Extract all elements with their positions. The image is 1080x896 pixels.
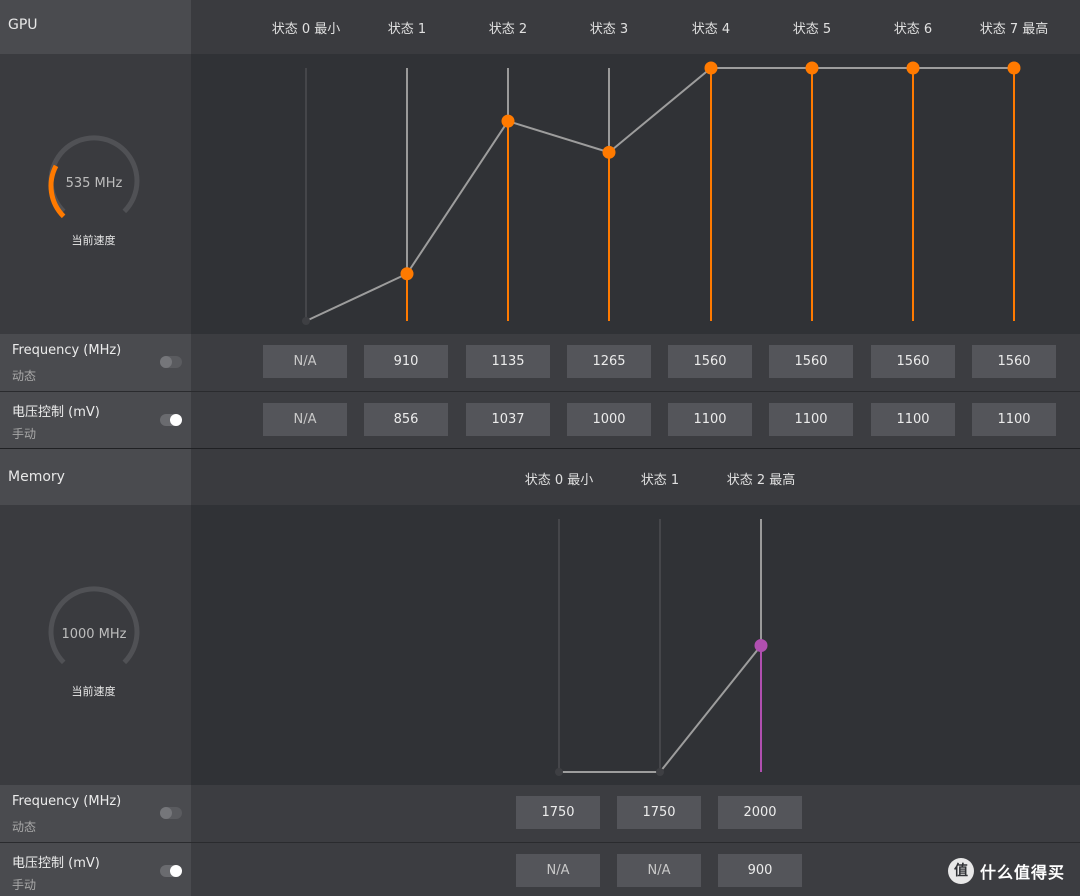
memory-gauge-caption: 当前速度 (71, 685, 116, 698)
memory-curve-point-2 (754, 639, 768, 652)
memory-frequency-values: 1750 1750 2000 (191, 785, 1080, 842)
gpu-voltage-field-4[interactable]: 1100 (668, 403, 752, 436)
memory-section-title: Memory (8, 469, 65, 485)
gpu-state-label-7: 状态 7 最高 (979, 22, 1049, 37)
gpu-frequency-field-2[interactable]: 1135 (466, 345, 550, 378)
memory-speed-gauge: 1000 MHz (47, 586, 141, 684)
memory-curve-graph (191, 505, 1080, 785)
gpu-curve-point-7 (1007, 61, 1021, 75)
memory-frequency-title: Frequency (MHz) (12, 794, 122, 809)
gpu-frequency-field-7[interactable]: 1560 (972, 345, 1056, 378)
gpu-frequency-values: N/A 910 1135 1265 1560 1560 1560 1560 (191, 334, 1080, 391)
gpu-voltage-mode: 手动 (12, 427, 37, 441)
gpu-curve-point-5 (805, 61, 819, 75)
gpu-frequency-field-3[interactable]: 1265 (567, 345, 651, 378)
toggle-knob (160, 807, 172, 819)
memory-gauge-value: 1000 MHz (61, 627, 127, 642)
watermark-text: 什么值得买 (980, 863, 1066, 882)
memory-gauge-panel: 1000 MHz 当前速度 (0, 505, 191, 785)
memory-section: Memory 状态 0 最小 状态 1 状态 2 最高 1000 MHz 当前速… (0, 449, 1080, 896)
gpu-voltage-field-3[interactable]: 1000 (567, 403, 651, 436)
memory-curve-svg (555, 519, 768, 776)
memory-state-label-2: 状态 2 最高 (726, 473, 796, 488)
toggle-knob (170, 865, 182, 877)
gpu-state-label-2: 状态 2 (488, 22, 528, 37)
gpu-frequency-field-0[interactable]: N/A (263, 345, 347, 378)
gpu-voltage-values: N/A 856 1037 1000 1100 1100 1100 1100 (191, 392, 1080, 448)
gpu-state-label-5: 状态 5 (792, 22, 832, 37)
memory-frequency-mode: 动态 (12, 820, 37, 834)
gpu-curve-point-3 (602, 145, 616, 159)
memory-voltage-toggle[interactable] (160, 865, 182, 877)
memory-voltage-values: N/A N/A 900 (191, 843, 1080, 896)
gpu-gauge-panel: 535 MHz 当前速度 (0, 54, 191, 334)
gpu-frequency-field-5[interactable]: 1560 (769, 345, 853, 378)
memory-curve-point-1 (656, 768, 664, 776)
gpu-voltage-field-1[interactable]: 856 (364, 403, 448, 436)
memory-state-label-0: 状态 0 最小 (524, 473, 594, 488)
gpu-curve-svg (302, 61, 1021, 325)
memory-header-left: Memory (0, 449, 191, 505)
memory-frequency-field-0[interactable]: 1750 (516, 796, 600, 829)
gpu-voltage-field-5[interactable]: 1100 (769, 403, 853, 436)
memory-state-label-1: 状态 1 (640, 473, 680, 488)
gpu-state-header: 状态 0 最小 状态 1 状态 2 状态 3 状态 4 状态 5 状态 6 状态… (191, 0, 1080, 54)
memory-state-header: 状态 0 最小 状态 1 状态 2 最高 (191, 449, 1080, 505)
memory-frequency-toggle[interactable] (160, 807, 182, 819)
gpu-voltage-field-7[interactable]: 1100 (972, 403, 1056, 436)
gpu-voltage-field-0[interactable]: N/A (263, 403, 347, 436)
memory-voltage-mode: 手动 (12, 878, 37, 892)
gpu-curve-point-0 (302, 317, 310, 325)
gpu-voltage-row-label: 电压控制 (mV) 手动 (0, 392, 191, 448)
gpu-curve-point-2 (501, 114, 515, 128)
gpu-frequency-field-6[interactable]: 1560 (871, 345, 955, 378)
gpu-curve-point-6 (906, 61, 920, 75)
memory-voltage-row-label: 电压控制 (mV) 手动 (0, 843, 191, 896)
gpu-frequency-row-label: Frequency (MHz) 动态 (0, 334, 191, 391)
watermark-logo-icon (948, 858, 974, 884)
gpu-section: GPU 状态 0 最小 状态 1 状态 2 状态 3 状态 4 状态 5 状态 … (0, 0, 1080, 448)
gpu-voltage-field-2[interactable]: 1037 (466, 403, 550, 436)
gpu-gauge-value: 535 MHz (65, 176, 123, 191)
memory-voltage-field-1[interactable]: N/A (617, 854, 701, 887)
gpu-frequency-field-1[interactable]: 910 (364, 345, 448, 378)
watermark: 什么值得买 (948, 856, 1065, 886)
toggle-knob (160, 356, 172, 368)
gpu-voltage-title: 电压控制 (mV) (12, 405, 100, 420)
gpu-header-left: GPU (0, 0, 191, 54)
gpu-curve-point-1 (400, 267, 414, 281)
memory-voltage-title: 电压控制 (mV) (12, 856, 100, 871)
gpu-state-label-4: 状态 4 (691, 22, 731, 37)
gpu-state-label-1: 状态 1 (387, 22, 427, 37)
gpu-frequency-mode: 动态 (12, 369, 37, 383)
gpu-voltage-field-6[interactable]: 1100 (871, 403, 955, 436)
toggle-knob (170, 414, 182, 426)
memory-frequency-field-2[interactable]: 2000 (718, 796, 802, 829)
gpu-section-title: GPU (8, 17, 38, 33)
gpu-curve-point-4 (704, 61, 718, 75)
gpu-state-label-0: 状态 0 最小 (271, 22, 341, 37)
memory-frequency-field-1[interactable]: 1750 (617, 796, 701, 829)
memory-frequency-row-label: Frequency (MHz) 动态 (0, 785, 191, 842)
memory-voltage-field-2[interactable]: 900 (718, 854, 802, 887)
gpu-state-label-3: 状态 3 (589, 22, 629, 37)
gpu-curve-line (305, 67, 1014, 322)
gpu-gauge-caption: 当前速度 (71, 234, 116, 247)
gpu-speed-gauge: 535 MHz (47, 135, 141, 233)
gpu-curve-graph (191, 54, 1080, 334)
gpu-frequency-toggle[interactable] (160, 356, 182, 368)
memory-voltage-field-0[interactable]: N/A (516, 854, 600, 887)
gpu-frequency-title: Frequency (MHz) (12, 343, 122, 358)
gpu-frequency-field-4[interactable]: 1560 (668, 345, 752, 378)
memory-curve-point-0 (555, 768, 563, 776)
gpu-voltage-toggle[interactable] (160, 414, 182, 426)
gpu-state-label-6: 状态 6 (893, 22, 933, 37)
